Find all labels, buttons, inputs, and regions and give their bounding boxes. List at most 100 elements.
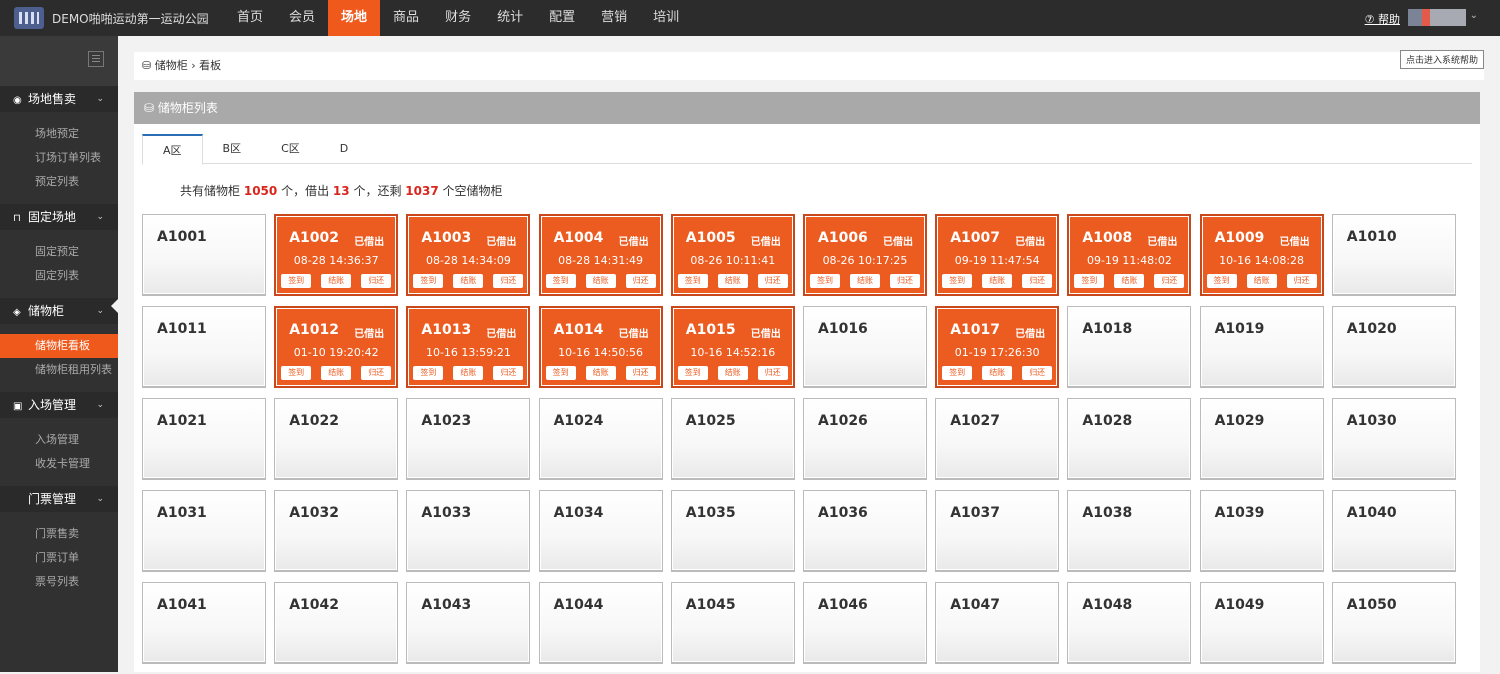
locker-cell[interactable]: A1031 <box>142 490 266 572</box>
checkout-button[interactable]: 结账 <box>585 366 616 380</box>
locker-cell[interactable]: A1001 <box>142 214 266 296</box>
locker-cell[interactable]: A1047 <box>935 582 1060 664</box>
sidebar-item[interactable]: 预定列表 <box>0 170 118 194</box>
checkout-button[interactable]: 结账 <box>321 274 352 288</box>
zone-tab[interactable]: A区 <box>142 134 203 165</box>
locker-cell[interactable]: A1003 已借出 08-28 14:34:09 签到 结账 归还 <box>406 214 531 296</box>
locker-cell[interactable]: A1030 <box>1331 398 1456 480</box>
checkin-button[interactable]: 签到 <box>810 274 840 288</box>
breadcrumb-parent[interactable]: 储物柜 <box>155 59 188 72</box>
locker-cell[interactable]: A1002 已借出 08-28 14:36:37 签到 结账 归还 <box>274 214 399 296</box>
locker-cell[interactable]: A1013 已借出 10-16 13:59:21 签到 结账 归还 <box>406 306 531 388</box>
locker-cell[interactable]: A1029 <box>1199 398 1324 480</box>
topnav-item[interactable]: 统计 <box>484 0 536 36</box>
return-button[interactable]: 归还 <box>493 274 524 288</box>
chevron-down-icon[interactable]: ⌄ <box>96 204 104 230</box>
sidebar-group[interactable]: ▣ 入场管理 ⌄ <box>0 392 118 418</box>
locker-cell[interactable]: A1016 <box>803 306 927 388</box>
locker-cell[interactable]: A1043 <box>406 582 531 664</box>
locker-cell[interactable]: A1008 已借出 09-19 11:48:02 签到 结账 归还 <box>1067 214 1192 296</box>
locker-cell[interactable]: A1027 <box>935 398 1060 480</box>
checkout-button[interactable]: 结账 <box>321 366 352 380</box>
chevron-down-icon[interactable]: ⌄ <box>96 392 104 418</box>
locker-cell[interactable]: A1017 已借出 01-19 17:26:30 签到 结账 归还 <box>935 306 1060 388</box>
sidebar-item[interactable]: 固定预定 <box>0 240 118 264</box>
locker-cell[interactable]: A1015 已借出 10-16 14:52:16 签到 结账 归还 <box>670 306 795 388</box>
checkin-button[interactable]: 签到 <box>545 366 576 380</box>
checkout-button[interactable]: 结账 <box>1114 274 1145 288</box>
chevron-down-icon[interactable]: ⌄ <box>96 86 104 112</box>
chevron-down-icon[interactable]: ⌄ <box>96 486 104 512</box>
return-button[interactable]: 归还 <box>625 366 656 380</box>
locker-cell[interactable]: A1042 <box>274 582 399 664</box>
locker-cell[interactable]: A1026 <box>803 398 927 480</box>
locker-cell[interactable]: A1006 已借出 08-26 10:17:25 签到 结账 归还 <box>803 214 927 296</box>
sidebar-group[interactable]: ◉ 场地售卖 ⌄ <box>0 86 118 112</box>
checkin-button[interactable]: 签到 <box>677 366 708 380</box>
topnav-item[interactable]: 会员 <box>276 0 328 36</box>
locker-cell[interactable]: A1044 <box>538 582 663 664</box>
locker-cell[interactable]: A1033 <box>406 490 531 572</box>
topnav-item[interactable]: 财务 <box>432 0 484 36</box>
locker-cell[interactable]: A1050 <box>1331 582 1456 664</box>
return-button[interactable]: 归还 <box>1154 274 1185 288</box>
sidebar-item[interactable]: 订场订单列表 <box>0 146 118 170</box>
locker-cell[interactable]: A1038 <box>1067 490 1192 572</box>
locker-cell[interactable]: A1045 <box>670 582 795 664</box>
checkin-button[interactable]: 签到 <box>942 366 973 380</box>
chevron-down-icon[interactable]: ⌄ <box>1470 10 1478 21</box>
checkin-button[interactable]: 签到 <box>413 274 444 288</box>
locker-cell[interactable]: A1024 <box>538 398 663 480</box>
locker-cell[interactable]: A1040 <box>1331 490 1456 572</box>
checkout-button[interactable]: 结账 <box>453 366 484 380</box>
checkin-button[interactable]: 签到 <box>942 274 973 288</box>
locker-cell[interactable]: A1035 <box>670 490 795 572</box>
return-button[interactable]: 归还 <box>1286 274 1317 288</box>
sidebar-item[interactable]: 场地预定 <box>0 122 118 146</box>
sidebar-item[interactable]: 收发卡管理 <box>0 452 118 476</box>
zone-tab[interactable]: C区 <box>261 134 320 164</box>
locker-cell[interactable]: A1025 <box>670 398 795 480</box>
menu-icon[interactable] <box>88 51 104 67</box>
return-button[interactable]: 归还 <box>625 274 656 288</box>
topnav-item[interactable]: 营销 <box>588 0 640 36</box>
sidebar-group[interactable]: ⊓ 固定场地 ⌄ <box>0 204 118 230</box>
locker-cell[interactable]: A1005 已借出 08-26 10:11:41 签到 结账 归还 <box>670 214 795 296</box>
system-help-button[interactable]: 点击进入系统帮助 <box>1399 50 1484 69</box>
sidebar-item[interactable]: 储物柜看板 <box>0 334 118 358</box>
locker-cell[interactable]: A1046 <box>803 582 927 664</box>
return-button[interactable]: 归还 <box>493 366 524 380</box>
locker-cell[interactable]: A1011 <box>142 306 266 388</box>
locker-cell[interactable]: A1041 <box>142 582 266 664</box>
checkin-button[interactable]: 签到 <box>281 274 312 288</box>
topnav-item[interactable]: 培训 <box>640 0 692 36</box>
topnav-item[interactable]: 配置 <box>536 0 588 36</box>
checkout-button[interactable]: 结账 <box>585 274 616 288</box>
help-link[interactable]: ⑦ 帮助 <box>1365 11 1400 27</box>
sidebar-group[interactable]: ◈ 储物柜 ⌄ <box>0 298 118 324</box>
checkin-button[interactable]: 签到 <box>1074 274 1105 288</box>
sidebar-item[interactable]: 门票售卖 <box>0 522 118 546</box>
locker-cell[interactable]: A1020 <box>1331 306 1456 388</box>
locker-cell[interactable]: A1014 已借出 10-16 14:50:56 签到 结账 归还 <box>538 306 663 388</box>
topnav-item[interactable]: 首页 <box>224 0 276 36</box>
sidebar-item[interactable]: 门票订单 <box>0 546 118 570</box>
checkin-button[interactable]: 签到 <box>677 274 708 288</box>
checkout-button[interactable]: 结账 <box>850 274 880 288</box>
topnav-item[interactable]: 商品 <box>380 0 432 36</box>
topnav-item[interactable]: 场地 <box>328 0 381 36</box>
locker-cell[interactable]: A1018 <box>1067 306 1192 388</box>
locker-cell[interactable]: A1004 已借出 08-28 14:31:49 签到 结账 归还 <box>538 214 663 296</box>
locker-cell[interactable]: A1007 已借出 09-19 11:47:54 签到 结账 归还 <box>935 214 1060 296</box>
locker-cell[interactable]: A1049 <box>1199 582 1324 664</box>
sidebar-item[interactable]: 入场管理 <box>0 428 118 452</box>
checkout-button[interactable]: 结账 <box>982 274 1013 288</box>
checkin-button[interactable]: 签到 <box>413 366 444 380</box>
sidebar-item[interactable]: 储物柜租用列表 <box>0 358 118 382</box>
sidebar-item[interactable]: 票号列表 <box>0 570 118 594</box>
locker-cell[interactable]: A1021 <box>142 398 266 480</box>
chevron-down-icon[interactable]: ⌄ <box>96 298 104 324</box>
return-button[interactable]: 归还 <box>361 274 392 288</box>
sidebar-group[interactable]: 门票管理 ⌄ <box>0 486 118 512</box>
locker-cell[interactable]: A1048 <box>1067 582 1192 664</box>
